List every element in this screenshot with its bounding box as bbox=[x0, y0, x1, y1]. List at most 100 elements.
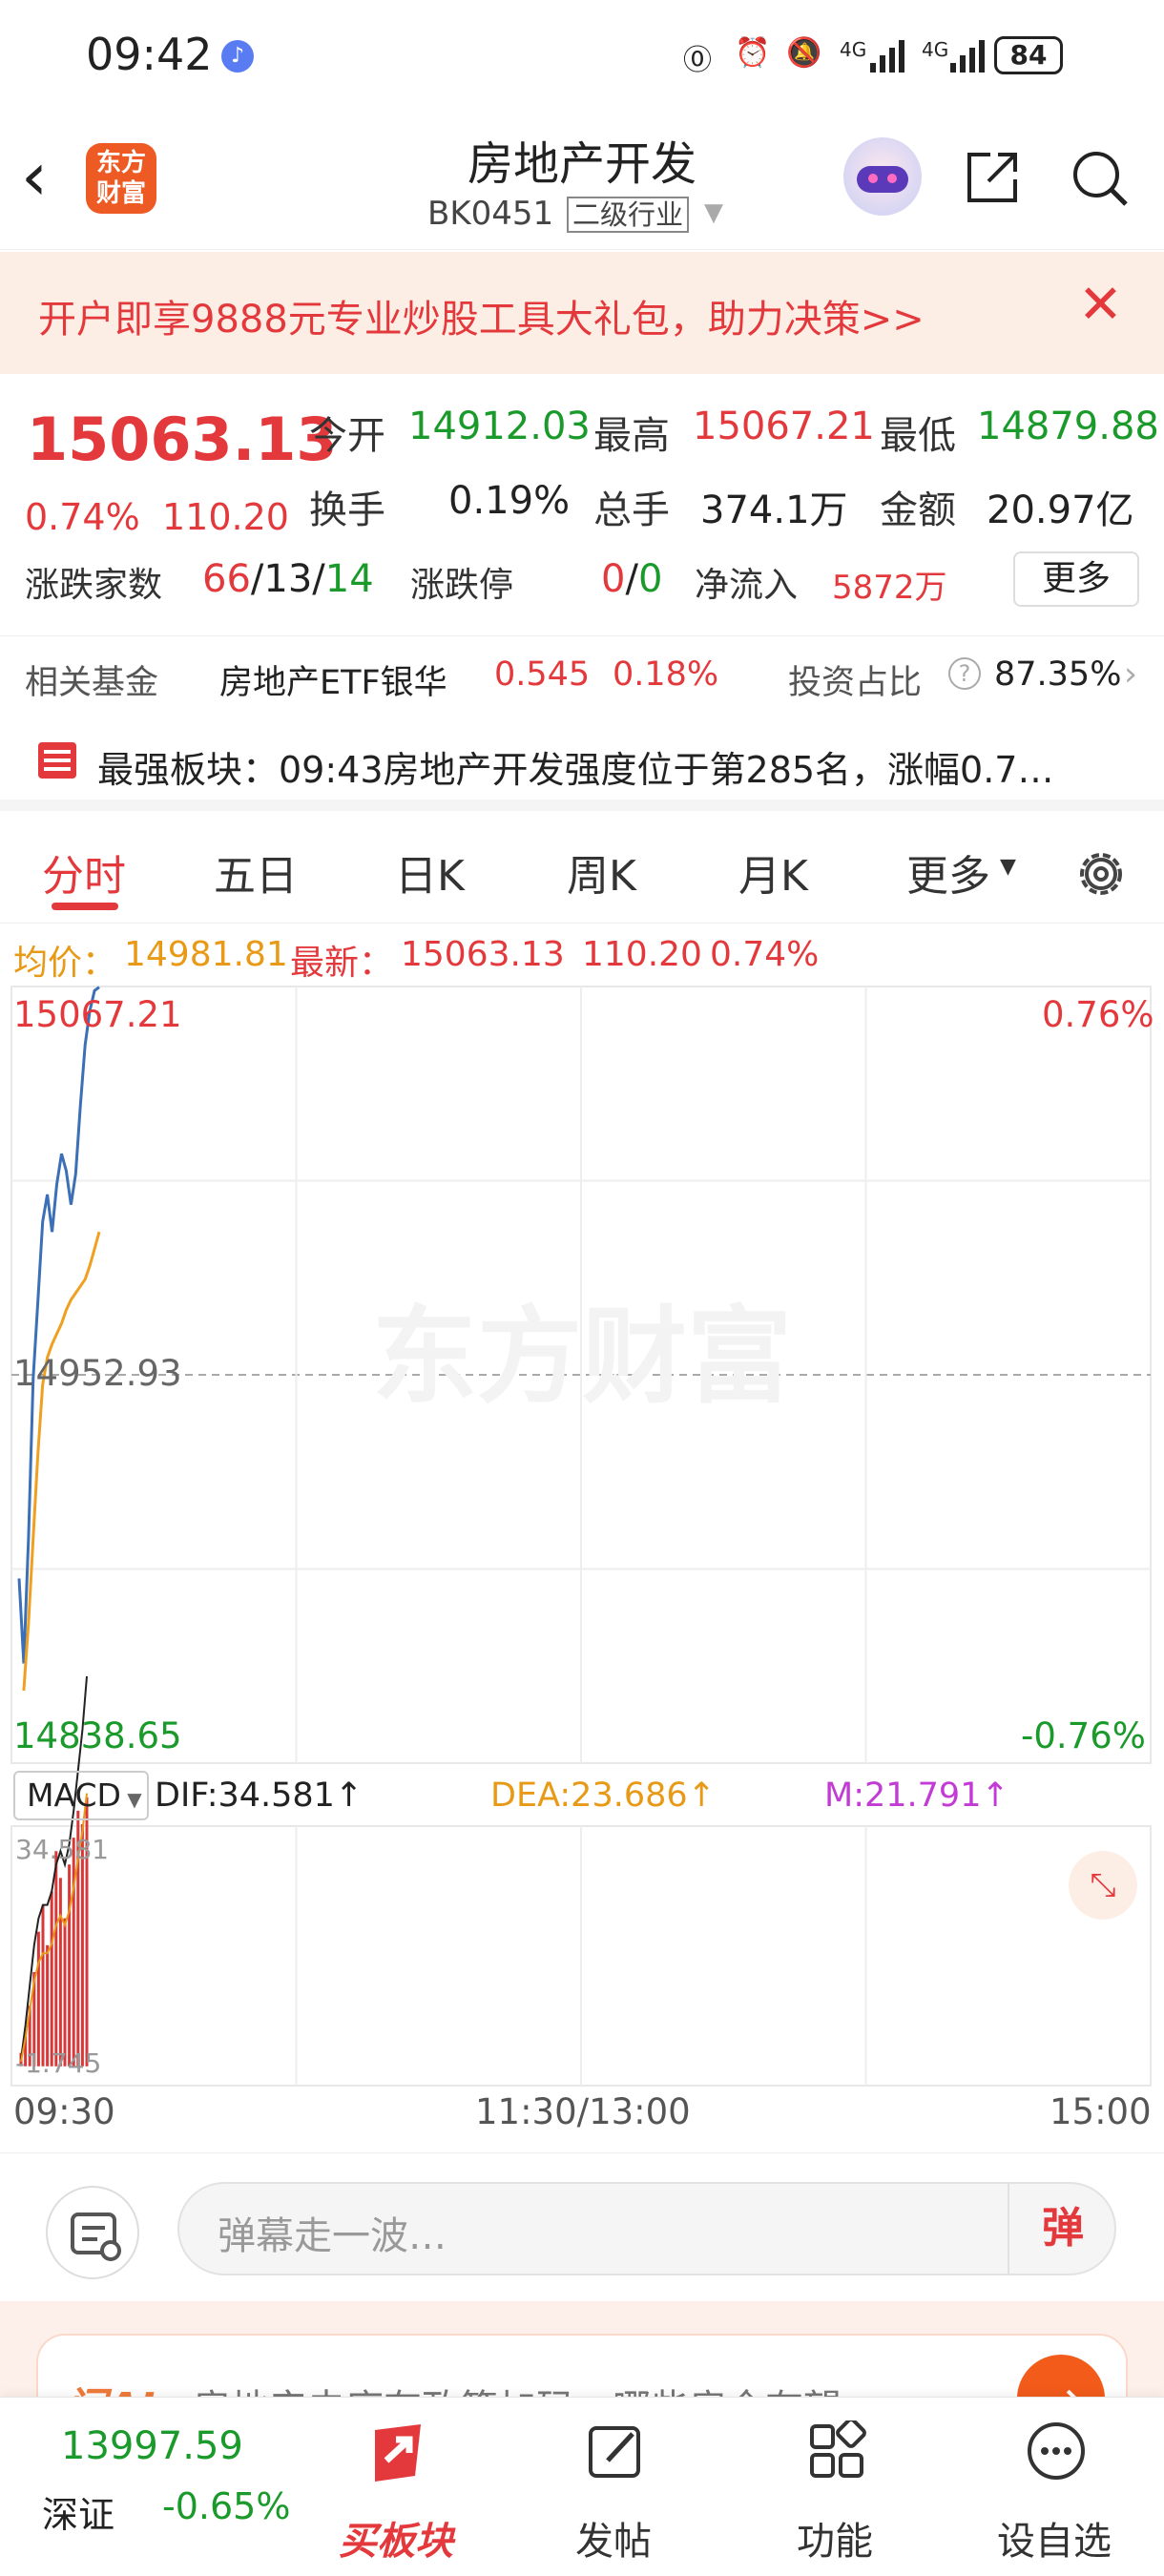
inflow-value: 5872万 bbox=[832, 569, 947, 607]
sector-code: BK0451 bbox=[427, 195, 554, 233]
danmu-bar: 弹幕走一波… 弹 bbox=[0, 2152, 1164, 2299]
strongest-sector-row[interactable]: 最强板块：09:43房地产开发强度位于第285名，涨幅0.7… bbox=[0, 725, 1164, 811]
arrow-right-icon[interactable]: → bbox=[1017, 2355, 1105, 2397]
battery-icon: 84 bbox=[994, 36, 1063, 74]
ai-question[interactable]: 房地产去库存政策加码，哪些房企有望 bbox=[193, 2378, 842, 2397]
high-value: 15067.21 bbox=[693, 405, 875, 448]
network-label-2: 4G bbox=[922, 38, 949, 61]
data-saver-icon: ⓪ bbox=[683, 44, 712, 77]
y-min-label: 14838.65 bbox=[13, 1715, 182, 1756]
avg-value: 14981.81 bbox=[124, 935, 288, 974]
expand-icon[interactable]: ⤡ bbox=[1069, 1851, 1137, 1920]
promo-text[interactable]: 开户即享9888元专业炒股工具大礼包，助力决策>> bbox=[38, 288, 925, 343]
macd-dea: DEA:23.686↑ bbox=[490, 1776, 716, 1815]
turnover-label: 换手 bbox=[309, 488, 385, 532]
tab-intraday[interactable]: 分时 bbox=[42, 841, 126, 903]
strongest-sector-text[interactable]: 最强板块：09:43房地产开发强度位于第285名，涨幅0.7… bbox=[97, 740, 1053, 793]
open-label: 今开 bbox=[309, 414, 385, 458]
nav-label: 买板块 bbox=[339, 2520, 453, 2564]
low-value: 14879.88 bbox=[977, 405, 1159, 448]
macd-top-label: 34.581 bbox=[15, 1834, 109, 1865]
index-name: 深证 bbox=[42, 2494, 115, 2536]
avg-label: 均价： bbox=[13, 944, 117, 983]
caret-down-icon[interactable]: ▼ bbox=[1000, 855, 1016, 879]
separator: / bbox=[312, 557, 325, 601]
limit-up-count: 0 bbox=[601, 557, 626, 601]
tab-weekly-k[interactable]: 周K bbox=[567, 841, 636, 903]
fund-price: 0.545 bbox=[494, 655, 591, 694]
search-icon[interactable] bbox=[1070, 149, 1130, 208]
tab-five-day[interactable]: 五日 bbox=[214, 841, 298, 903]
gear-icon[interactable] bbox=[1072, 845, 1130, 903]
latest-percent: 0.74% bbox=[710, 935, 820, 974]
y-max-label: 15067.21 bbox=[13, 994, 182, 1035]
bottom-bar: 13997.59 深证 -0.65% 买板块 发帖 功能 设自选 bbox=[0, 2397, 1164, 2576]
intraday-chart[interactable]: 东方财富 15067.21 0.76% 14952.93 14838.65 -0… bbox=[0, 983, 1164, 2151]
current-price: 15063.13 bbox=[27, 405, 338, 474]
separator: / bbox=[625, 557, 638, 601]
danmu-toggle-button[interactable]: 弹 bbox=[1008, 2184, 1116, 2274]
nav-add-watchlist[interactable]: 设自选 bbox=[973, 2407, 1135, 2569]
grid-icon bbox=[810, 2420, 866, 2478]
change-percent: 0.74% bbox=[25, 496, 140, 538]
tab-monthly-k[interactable]: 月K bbox=[738, 841, 808, 903]
tab-daily-k[interactable]: 日K bbox=[395, 841, 465, 903]
limit-label: 涨跌停 bbox=[410, 566, 514, 605]
limit-down-count: 0 bbox=[637, 557, 663, 601]
open-value: 14912.03 bbox=[408, 405, 591, 448]
latest-value: 15063.13 bbox=[401, 935, 565, 974]
y-mid-label: 14952.93 bbox=[13, 1353, 182, 1394]
macd-bottom-label: -1.745 bbox=[15, 2047, 102, 2079]
buy-sector-icon bbox=[375, 2424, 421, 2482]
help-icon[interactable]: ? bbox=[948, 657, 981, 690]
dropdown-icon[interactable]: ▼ bbox=[704, 198, 723, 227]
app-header: ‹ 东方 财富 房地产开发 BK0451 二级行业 ▼ bbox=[0, 114, 1164, 250]
volume-value: 374.1万 bbox=[700, 488, 848, 532]
signal-icon bbox=[870, 40, 904, 73]
promo-banner[interactable]: 开户即享9888元专业炒股工具大礼包，助力决策>> ✕ bbox=[0, 252, 1164, 374]
chevron-right-icon[interactable]: › bbox=[1124, 655, 1137, 694]
more-button[interactable]: 更多 bbox=[1013, 551, 1139, 607]
related-fund-row[interactable]: 相关基金 房地产ETF银华 0.545 0.18% 投资占比 ? 87.35% … bbox=[0, 635, 1164, 714]
tab-more[interactable]: 更多 bbox=[906, 841, 990, 903]
macd-m: M:21.791↑ bbox=[824, 1776, 1009, 1815]
fund-name[interactable]: 房地产ETF银华 bbox=[219, 655, 447, 704]
danmu-input[interactable]: 弹幕走一波… 弹 bbox=[177, 2182, 1116, 2275]
nav-label: 功能 bbox=[797, 2520, 873, 2564]
ai-suggestion-card[interactable]: 问AI 房地产去库存政策加码，哪些房企有望 → bbox=[0, 2301, 1164, 2397]
limit-counts: 0/0 bbox=[601, 557, 662, 601]
nav-post[interactable]: 发帖 bbox=[532, 2407, 695, 2569]
indicator-selector-label: MACD bbox=[27, 1776, 121, 1814]
fund-percent: 0.18% bbox=[613, 655, 719, 694]
sector-level-tag[interactable]: 二级行业 bbox=[567, 197, 690, 233]
music-icon: ♪ bbox=[221, 40, 254, 73]
nav-functions[interactable]: 功能 bbox=[754, 2407, 916, 2569]
index-change: -0.65% bbox=[162, 2485, 291, 2527]
x-tick-close: 15:00 bbox=[1050, 2091, 1152, 2132]
chart-canvas[interactable]: 东方财富 bbox=[0, 983, 1164, 2151]
indicator-selector[interactable]: MACD ▼ bbox=[13, 1771, 149, 1820]
quote-panel: 15063.13 0.74% 110.20 今开 14912.03 最高 150… bbox=[0, 376, 1164, 634]
nav-label: 发帖 bbox=[575, 2520, 652, 2564]
series-line-均价 bbox=[22, 1231, 101, 1692]
pct-min-label: -0.76% bbox=[1021, 1715, 1146, 1756]
down-count: 14 bbox=[324, 557, 374, 601]
status-bar: 09:42 ♪ ⓪ ⏰ 🔕 4G 4G 84 bbox=[0, 0, 1164, 114]
ratio-value: 87.35% bbox=[994, 655, 1122, 694]
ratio-label: 投资占比 bbox=[788, 664, 923, 702]
updown-label: 涨跌家数 bbox=[25, 566, 163, 605]
x-tick-midday: 11:30/13:00 bbox=[475, 2091, 691, 2132]
latest-change: 110.20 bbox=[582, 935, 702, 974]
chart-tabs: 分时 五日 日K 周K 月K 更多 ▼ bbox=[0, 824, 1164, 924]
edit-icon bbox=[589, 2426, 640, 2478]
flat-count: 13 bbox=[263, 557, 313, 601]
close-icon[interactable]: ✕ bbox=[1078, 277, 1123, 334]
ai-card-body[interactable]: 问AI 房地产去库存政策加码，哪些房企有望 → bbox=[36, 2334, 1128, 2397]
amount-value: 20.97亿 bbox=[987, 488, 1134, 532]
network-label-1: 4G bbox=[840, 38, 867, 61]
ai-assistant-icon[interactable] bbox=[843, 137, 922, 216]
nav-buy-sector[interactable]: 买板块 bbox=[315, 2407, 477, 2569]
share-icon[interactable] bbox=[964, 149, 1021, 206]
danmu-settings-icon[interactable] bbox=[46, 2186, 139, 2279]
turnover-value: 0.19% bbox=[448, 479, 571, 523]
